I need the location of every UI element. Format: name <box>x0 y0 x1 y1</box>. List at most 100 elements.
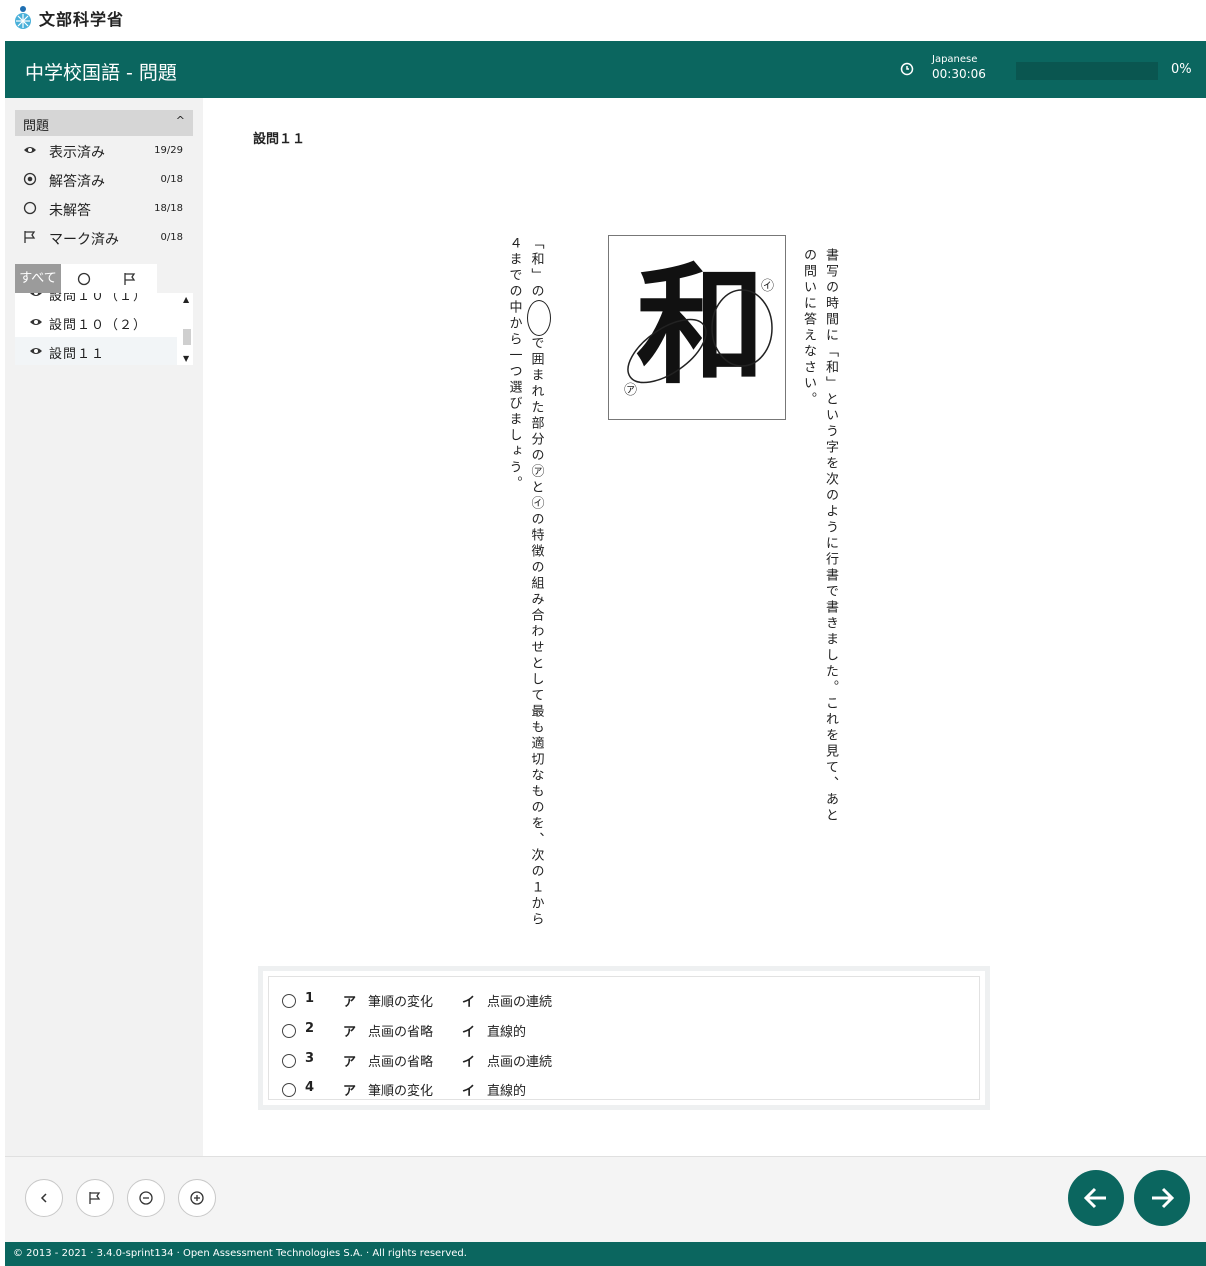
stat-count: 0/18 <box>160 174 183 185</box>
radio-button[interactable] <box>282 1024 296 1038</box>
eye-icon <box>23 143 37 157</box>
choice-list: 1 ア 筆順の変化 イ 点画の連続 2 ア 点画の省略 イ 直線的 3 ア 点画… <box>258 966 990 1110</box>
stat-label: 表示済み <box>49 145 105 161</box>
panel-title: 問題 <box>23 119 50 134</box>
stat-flagged: マーク済み 0/18 <box>15 223 193 252</box>
question-panel: 問題 ^ 表示済み 19/29 解答済み 0/18 未解答 18/18 マーク済… <box>15 110 193 252</box>
previous-button[interactable] <box>1068 1170 1124 1226</box>
clock-icon <box>900 61 914 76</box>
stat-label: 解答済み <box>49 174 105 190</box>
question-stem: 書写の時間に「和」という字を次のように行書で書きました。これを見て、あとの問いに… <box>801 248 838 824</box>
circle-icon <box>77 272 91 286</box>
choice-4[interactable]: 4 ア 筆順の変化 イ 直線的 <box>282 1080 882 1102</box>
stat-unanswered: 未解答 18/18 <box>15 194 193 223</box>
list-item-current[interactable]: 設問１１ <box>15 337 177 365</box>
radio-button[interactable] <box>282 1054 296 1068</box>
sidebar: 問題 ^ 表示済み 19/29 解答済み 0/18 未解答 18/18 マーク済… <box>5 98 203 1156</box>
label-a: ㋐ <box>624 383 637 398</box>
arrow-right-icon <box>1152 1187 1175 1209</box>
chevron-left-icon <box>40 1193 47 1203</box>
chevron-up-icon[interactable]: ^ <box>176 114 185 127</box>
choice-1[interactable]: 1 ア 筆順の変化 イ 点画の連続 <box>282 991 882 1013</box>
choice-number: 1 <box>305 991 315 1006</box>
choice-2[interactable]: 2 ア 点画の省略 イ 直線的 <box>282 1021 882 1043</box>
collapse-button[interactable] <box>25 1179 63 1217</box>
panel-header[interactable]: 問題 ^ <box>15 110 193 136</box>
timer-value: 00:30:06 <box>932 67 986 81</box>
zoom-in-button[interactable] <box>178 1179 216 1217</box>
stat-label: マーク済み <box>49 232 119 248</box>
question-title: 設問１１ <box>253 132 306 147</box>
footer-toolbar <box>5 1156 1206 1243</box>
choice-a-text: 筆順の変化 <box>368 995 434 1010</box>
scroll-up-icon[interactable]: ▲ <box>183 295 189 304</box>
zoom-out-icon <box>139 1191 153 1205</box>
choice-a-text: 点画の省略 <box>368 1055 434 1070</box>
radio-button[interactable] <box>282 1083 296 1097</box>
radio-button[interactable] <box>282 994 296 1008</box>
question-label: 設問１０（２） <box>49 318 148 333</box>
choice-i-mark: イ <box>462 995 476 1010</box>
choice-a-mark: ア <box>343 1084 357 1099</box>
eye-icon <box>29 345 43 357</box>
stat-count: 0/18 <box>160 232 183 243</box>
choice-i-text: 直線的 <box>487 1025 527 1040</box>
filter-tabs: すべて <box>15 264 157 293</box>
label-i: ㋑ <box>761 279 774 294</box>
calligraphy-character: 和 <box>636 249 766 402</box>
filter-all[interactable]: すべて <box>15 264 61 293</box>
filter-unanswered[interactable] <box>61 264 107 293</box>
choice-a-mark: ア <box>343 1055 357 1070</box>
zoom-in-icon <box>190 1191 204 1205</box>
scrollbar[interactable]: ▲ ▼ <box>181 293 193 365</box>
choice-i-text: 点画の連続 <box>487 1055 553 1070</box>
question-prompt: 「和」ので囲まれた部分の㋐と㋑の特徴の組み合わせとして最も適切なものを、次の１か… <box>503 236 551 936</box>
choice-a-mark: ア <box>343 1025 357 1040</box>
mext-logo-icon <box>12 6 34 30</box>
stat-count: 19/29 <box>154 145 183 156</box>
top-bar: 文部科学省 <box>0 0 1206 41</box>
oval-icon <box>527 300 551 336</box>
choice-number: 2 <box>305 1021 315 1036</box>
question-label: 設問１１ <box>49 347 106 362</box>
page-title: 中学校国語 - 問題 <box>25 62 177 84</box>
stat-viewed: 表示済み 19/29 <box>15 136 193 165</box>
eye-icon <box>29 316 43 328</box>
copyright-bar: © 2013 - 2021 · 3.4.0-sprint134 · Open A… <box>5 1242 1206 1266</box>
logo: 文部科学省 <box>12 6 124 30</box>
flag-icon <box>124 273 136 285</box>
choice-number: 4 <box>305 1080 315 1095</box>
flag-button[interactable] <box>76 1179 114 1217</box>
progress-bar <box>1016 62 1158 80</box>
stat-answered: 解答済み 0/18 <box>15 165 193 194</box>
arrow-left-icon <box>1083 1187 1106 1209</box>
choice-a-text: 筆順の変化 <box>368 1084 434 1099</box>
stat-label: 未解答 <box>49 203 91 219</box>
logo-text: 文部科学省 <box>39 10 125 29</box>
choice-3[interactable]: 3 ア 点画の省略 イ 点画の連続 <box>282 1051 882 1073</box>
radio-dot-icon <box>23 172 37 186</box>
eye-icon <box>29 293 43 299</box>
prompt-part-a: 「和」の <box>528 236 544 300</box>
next-button[interactable] <box>1134 1170 1190 1226</box>
choice-i-text: 点画の連続 <box>487 995 553 1010</box>
prompt-part-b: で囲まれた部分の㋐と㋑の特徴の組み合わせとして最も適切なものを、次の１から４まで… <box>506 236 544 928</box>
choice-i-mark: イ <box>462 1055 476 1070</box>
choice-a-mark: ア <box>343 995 357 1010</box>
flag-icon <box>89 1192 101 1204</box>
choice-list-inner: 1 ア 筆順の変化 イ 点画の連続 2 ア 点画の省略 イ 直線的 3 ア 点画… <box>268 976 980 1100</box>
question-label: 設問１０（１） <box>49 293 148 304</box>
flag-icon <box>23 230 37 244</box>
progress-percent: 0% <box>1171 62 1192 77</box>
zoom-out-button[interactable] <box>127 1179 165 1217</box>
choice-i-mark: イ <box>462 1084 476 1099</box>
list-item[interactable]: 設問１０（１） <box>15 293 177 308</box>
scroll-down-icon[interactable]: ▼ <box>183 354 189 363</box>
choice-number: 3 <box>305 1051 315 1066</box>
question-list: 設問１０（１） 設問１０（２） 設問１１ ▲ ▼ <box>15 293 193 365</box>
scroll-thumb[interactable] <box>183 329 191 345</box>
filter-flagged[interactable] <box>107 264 153 293</box>
list-item[interactable]: 設問１０（２） <box>15 308 177 337</box>
timer-label: Japanese <box>932 54 978 65</box>
choice-a-text: 点画の省略 <box>368 1025 434 1040</box>
